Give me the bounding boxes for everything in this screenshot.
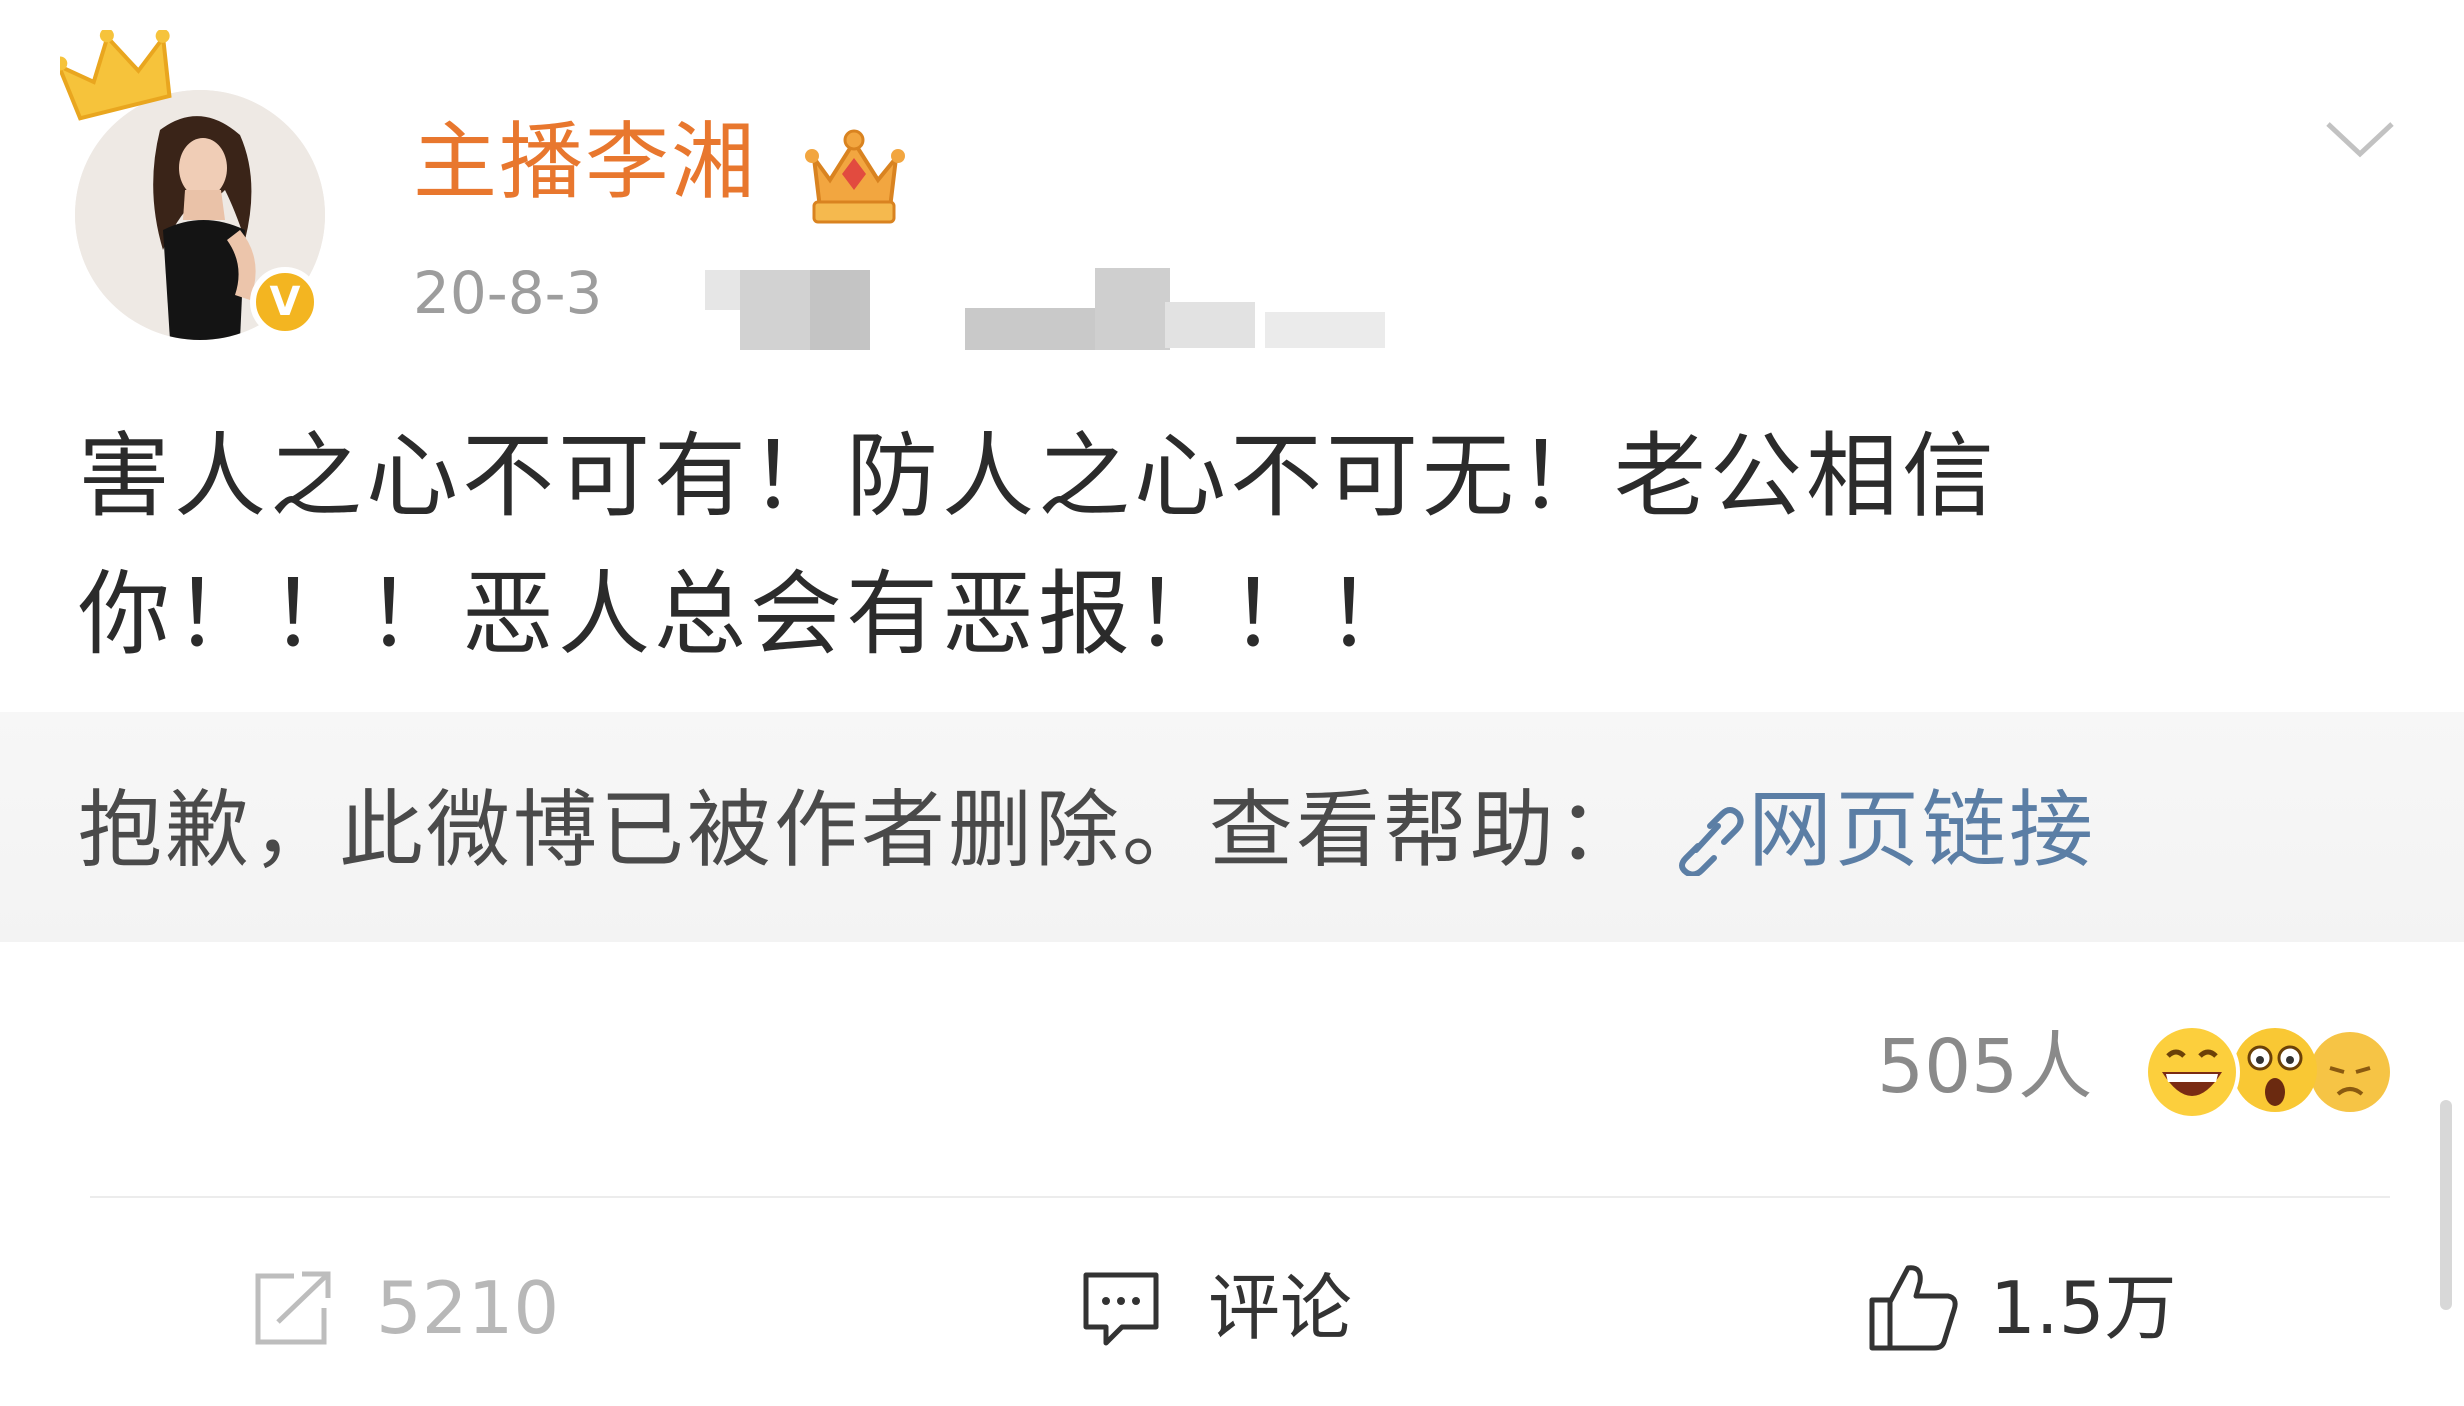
- repost-count: 5210: [376, 1266, 560, 1350]
- chevron-down-icon[interactable]: [2320, 110, 2400, 170]
- scrollbar[interactable]: [2440, 1100, 2452, 1310]
- post-content-line: 你！！！恶人总会有恶报！！！: [78, 561, 1423, 668]
- repost-button[interactable]: 5210: [250, 1258, 559, 1358]
- deleted-notice-text: 抱歉，此微博已被作者删除。查看帮助：: [78, 781, 1645, 879]
- angry-emoji-icon: [2310, 1032, 2390, 1112]
- laughing-emoji-icon: [2144, 1024, 2240, 1120]
- deleted-notice: 抱歉，此微博已被作者删除。查看帮助： 网页链接: [78, 780, 2096, 880]
- like-button[interactable]: 1.5万: [1866, 1258, 2177, 1358]
- timestamp-redaction: [665, 262, 1525, 352]
- post-content: 害人之心不可有！防人之心不可无！老公相信 你！！！恶人总会有恶报！！！: [78, 408, 2378, 684]
- post-timestamp: 20-8-3: [413, 259, 603, 327]
- crown-icon: [60, 30, 172, 121]
- comment-label: 评论: [1208, 1266, 1353, 1350]
- reaction-count[interactable]: 505人: [1877, 1022, 2092, 1112]
- repost-icon: [255, 1271, 331, 1345]
- comment-icon: [1083, 1272, 1159, 1346]
- link-icon[interactable]: [1664, 796, 1744, 877]
- web-link[interactable]: 网页链接: [1748, 781, 2096, 879]
- verified-v-icon: V: [250, 267, 320, 337]
- post-content-line: 害人之心不可有！防人之心不可无！老公相信: [78, 423, 1999, 530]
- thumbs-up-icon: [1869, 1265, 1958, 1351]
- username[interactable]: 主播李湘: [413, 112, 757, 212]
- divider: [90, 1196, 2390, 1198]
- like-count: 1.5万: [1990, 1266, 2177, 1350]
- reaction-emoji-stack[interactable]: [2140, 1020, 2400, 1120]
- vip-crown-badge-icon[interactable]: [800, 118, 908, 228]
- comment-button[interactable]: 评论: [1078, 1258, 1352, 1358]
- shocked-emoji-icon: [2233, 1028, 2317, 1112]
